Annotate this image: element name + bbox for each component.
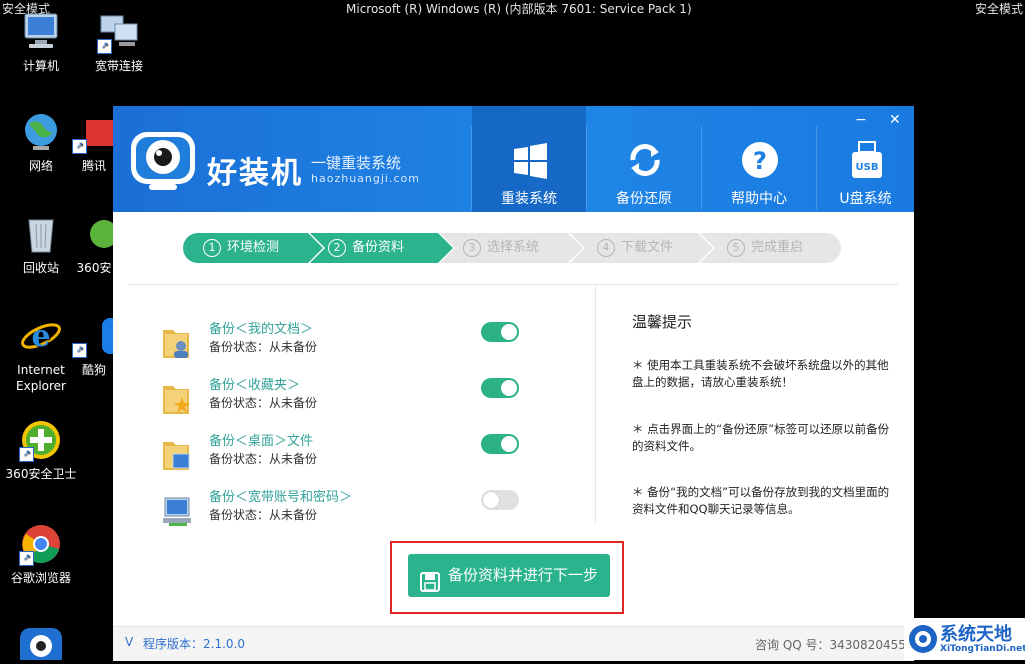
360-security-icon: ↗	[19, 418, 63, 462]
tab-usb-system[interactable]: USB U盘系统	[817, 106, 914, 212]
tip-text: ＊ 备份“我的文档”可以备份存放到我的文档里面的资料文件和QQ聊天记录等信息。	[632, 485, 890, 516]
program-version: 程序版本：2.1.0.0	[143, 637, 245, 651]
kugou-icon: ↗	[72, 314, 122, 358]
desktop-icon-chrome[interactable]: ↗ 谷歌浏览器	[1, 522, 81, 586]
backup-documents-toggle[interactable]	[481, 322, 519, 342]
app-brand: 好装机	[207, 156, 303, 191]
computer-icon	[19, 10, 63, 54]
desktop-icon-broadband[interactable]: ↗ 宽带连接	[79, 10, 159, 74]
tab-help-center[interactable]: ? 帮助中心	[702, 106, 816, 212]
backup-row-broadband: 备份＜宽带账号和密码＞ 备份状态：从未备份	[161, 486, 541, 534]
usb-icon: USB	[847, 140, 887, 180]
tab-label: 重装系统	[501, 191, 557, 207]
backup-broadband-toggle[interactable]	[481, 490, 519, 510]
tab-backup-restore[interactable]: 备份还原	[587, 106, 701, 212]
backup-title: 备份＜宽带账号和密码＞	[209, 490, 353, 505]
app-domain: haozhuangji.com	[311, 172, 420, 185]
svg-text:e: e	[31, 319, 50, 354]
qq-contact: 咨询 QQ 号：3430820455	[755, 638, 906, 652]
desktop-icon-computer[interactable]: 计算机	[1, 10, 81, 74]
backup-status: 备份状态：从未备份	[209, 508, 318, 522]
backup-row-favorites: 备份＜收藏夹＞ 备份状态：从未备份	[161, 374, 541, 422]
tab-label: 帮助中心	[731, 191, 787, 207]
network-connection-icon: ↗	[97, 10, 141, 54]
step-2: 2 备份资料	[318, 233, 404, 263]
shortcut-arrow-icon: ↗	[72, 343, 87, 358]
backup-restore-icon	[625, 140, 665, 180]
watermark-en: XiTongTianDi.net	[940, 644, 1025, 654]
backup-status: 备份状态：从未备份	[209, 340, 318, 354]
version-badge: V	[125, 635, 134, 649]
backup-title: 备份＜收藏夹＞	[209, 378, 301, 393]
step-4: 4 下载文件	[587, 233, 673, 263]
help-icon: ?	[740, 140, 780, 180]
window-footer: V 程序版本：2.1.0.0 咨询 QQ 号：3430820455	[113, 626, 914, 661]
watermark: 系统天地 XiTongTianDi.net	[904, 618, 1025, 660]
user-folder-icon	[161, 324, 193, 360]
tencent-icon: ↗	[72, 110, 116, 154]
shortcut-arrow-icon: ↗	[72, 139, 87, 154]
tips-title: 温馨提示	[632, 313, 693, 331]
desktop-icon-label: 360安全卫士	[5, 467, 77, 481]
desktop-icon-label: 宽带连接	[94, 59, 143, 73]
shortcut-arrow-icon: ↗	[19, 447, 34, 462]
backup-title: 备份＜我的文档＞	[209, 322, 314, 337]
save-icon	[420, 566, 440, 592]
svg-text:USB: USB	[856, 162, 879, 173]
backup-and-next-button[interactable]: 备份资料并进行下一步	[408, 554, 610, 597]
internet-explorer-icon: e	[19, 314, 63, 358]
backup-favorites-toggle[interactable]	[481, 378, 519, 398]
360-icon	[72, 212, 118, 256]
tab-label: 备份还原	[616, 191, 672, 207]
tip-text: ＊ 点击界面上的“备份还原”标签可以还原以前备份的资料文件。	[632, 422, 890, 453]
watermark-cn: 系统天地	[940, 624, 1012, 645]
recycle-bin-icon	[19, 212, 63, 256]
tip-text: ＊ 使用本工具重装系统不会破坏系统盘以外的其他盘上的数据，请放心重装系统！	[632, 358, 889, 389]
os-version-label: Microsoft (R) Windows (R) (内部版本 7601: Se…	[346, 2, 692, 16]
svg-text:?: ?	[753, 147, 767, 175]
haozhuangji-desktop-icon[interactable]	[18, 626, 64, 664]
tab-reinstall-system[interactable]: 重装系统	[472, 106, 586, 212]
backup-status: 备份状态：从未备份	[209, 452, 318, 466]
desktop-icon-label: 计算机	[22, 59, 59, 73]
tab-label: U盘系统	[839, 191, 892, 207]
shortcut-arrow-icon: ↗	[19, 551, 34, 566]
globe-network-icon	[19, 110, 63, 154]
network-computer-icon	[161, 492, 193, 528]
button-label: 备份资料并进行下一步	[448, 566, 599, 584]
backup-row-desktop: 备份＜桌面＞文件 备份状态：从未备份	[161, 430, 541, 478]
favorites-folder-icon	[161, 380, 193, 416]
desktop-icon-label: 谷歌浏览器	[10, 571, 71, 585]
windows-logo-icon	[510, 140, 550, 180]
shortcut-arrow-icon: ↗	[97, 39, 112, 54]
desktop-folder-icon	[161, 436, 193, 472]
step-1: 1 环境检测	[193, 233, 279, 263]
app-logo-icon	[127, 126, 203, 194]
watermark-logo-icon	[908, 622, 938, 656]
backup-title: 备份＜桌面＞文件	[209, 434, 314, 449]
app-slogan: 一键重装系统	[311, 154, 402, 172]
haozhuangji-window: 好装机 一键重装系统 haozhuangji.com − ✕ 重装系统 备份还原…	[113, 106, 914, 661]
safe-mode-label-right: 安全模式	[974, 2, 1023, 16]
step-5: 5 完成重启	[717, 233, 803, 263]
backup-status: 备份状态：从未备份	[209, 396, 318, 410]
window-header: 好装机 一键重装系统 haozhuangji.com − ✕ 重装系统 备份还原…	[113, 106, 914, 212]
step-3: 3 选择系统	[453, 233, 539, 263]
chrome-icon: ↗	[19, 522, 63, 566]
backup-desktop-toggle[interactable]	[481, 434, 519, 454]
backup-row-documents: 备份＜我的文档＞ 备份状态：从未备份	[161, 318, 541, 366]
desktop-icon-360-security[interactable]: ↗ 360安全卫士	[1, 418, 81, 482]
